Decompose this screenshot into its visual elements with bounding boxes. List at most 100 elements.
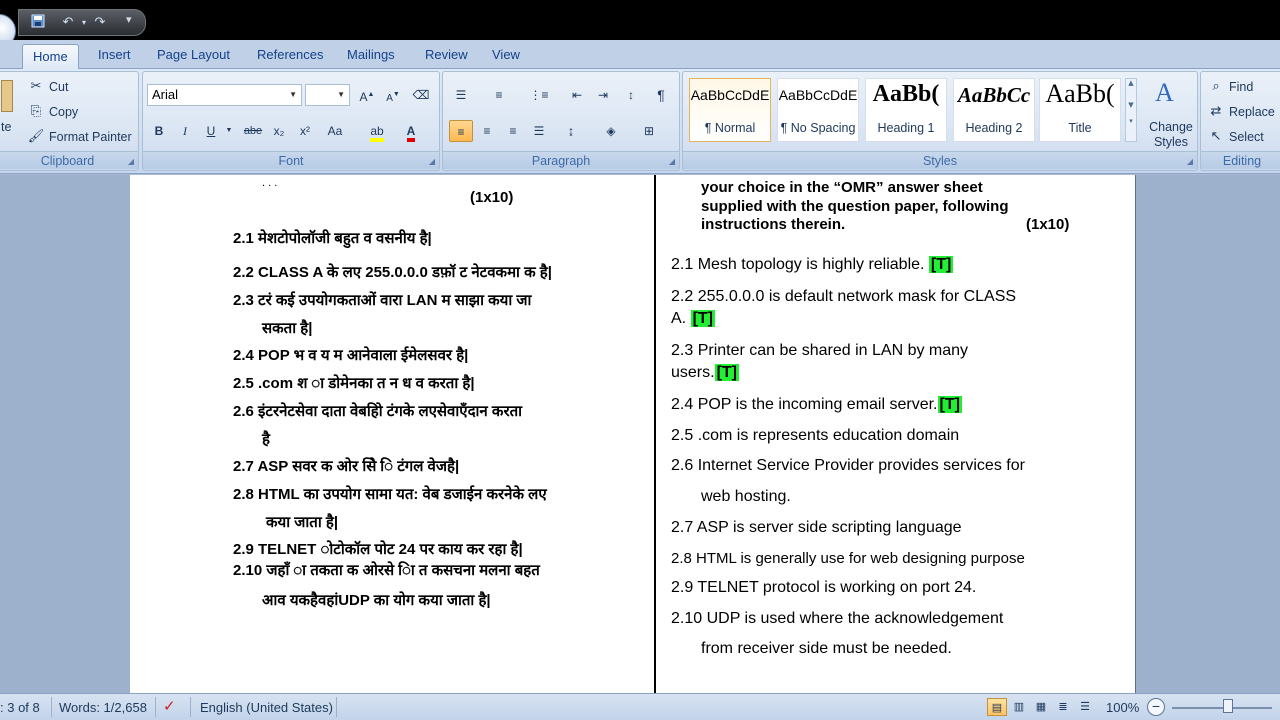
scroll-down-icon[interactable]: ▼ <box>1126 101 1136 109</box>
italic-button[interactable]: I <box>173 120 197 142</box>
style-heading-2[interactable]: AaBbCc Heading 2 <box>953 78 1035 142</box>
bold-button[interactable]: B <box>147 120 171 142</box>
tab-review[interactable]: Review <box>425 47 468 62</box>
multilevel-list-icon[interactable]: ⋮≡ <box>527 84 551 106</box>
font-size-combo[interactable]: ▼ <box>305 84 350 106</box>
align-left-icon[interactable]: ≡ <box>449 120 473 142</box>
grow-font-icon[interactable]: A▲ <box>355 84 379 106</box>
strikethrough-button[interactable]: abe <box>241 120 265 142</box>
outline-icon[interactable]: ≣ <box>1053 698 1073 716</box>
paragraph-launcher-icon[interactable]: ◢ <box>669 157 675 166</box>
clipboard-launcher-icon[interactable]: ◢ <box>128 157 134 166</box>
copy-button[interactable]: Copy <box>49 105 78 119</box>
align-center-icon[interactable]: ≡ <box>475 120 499 142</box>
zoom-slider[interactable] <box>1172 707 1272 709</box>
paste-button[interactable]: te <box>1 120 11 134</box>
zoom-level[interactable]: 100% <box>1106 700 1139 715</box>
answer-text: 2.2 255.0.0.0 is default network mask fo… <box>671 288 1017 305</box>
zoom-slider-thumb[interactable] <box>1223 699 1233 713</box>
format-painter-icon[interactable]: 🖌 <box>25 126 47 148</box>
font-launcher-icon[interactable]: ◢ <box>429 157 435 166</box>
style-normal[interactable]: AaBbCcDdE ¶ Normal <box>689 78 771 142</box>
cut-button[interactable]: Cut <box>49 80 68 94</box>
font-group: Arial ▼ ▼ A▲ A▼ ⌫ B I U ▼ abe x₂ x² Aa a… <box>142 71 440 171</box>
tab-mailings[interactable]: Mailings <box>347 47 395 62</box>
numbering-icon[interactable]: ≡ <box>487 84 511 106</box>
font-color-icon[interactable]: A <box>399 120 423 142</box>
decrease-indent-icon[interactable]: ⇤ <box>565 84 589 106</box>
answer-line: web hosting. <box>701 488 791 506</box>
style-sample: AaBbCcDdE <box>690 87 770 103</box>
tab-insert[interactable]: Insert <box>98 47 131 62</box>
styles-scrollbar[interactable]: ▲ ▼ ▾ <box>1125 78 1137 142</box>
cut-icon[interactable]: ✂ <box>25 76 47 98</box>
paste-icon[interactable] <box>1 80 13 112</box>
justify-icon[interactable]: ☰ <box>527 120 551 142</box>
sort-icon[interactable]: ↕ <box>619 84 643 106</box>
borders-icon[interactable]: ⊞ <box>637 120 661 142</box>
chevron-down-icon[interactable]: ▼ <box>217 120 241 142</box>
proofing-icon[interactable]: ✓ <box>163 697 176 715</box>
save-icon[interactable] <box>29 14 47 32</box>
instruction-line: instructions therein. <box>701 216 846 233</box>
change-case-button[interactable]: Aa <box>323 120 347 142</box>
tab-home[interactable]: Home <box>22 44 79 70</box>
highlight-icon[interactable]: ab <box>365 120 389 142</box>
customize-qat-button[interactable]: ▾ <box>126 13 132 26</box>
shading-icon[interactable]: ◈ <box>599 120 623 142</box>
show-marks-icon[interactable]: ¶ <box>649 84 673 106</box>
bullets-icon[interactable]: ☰ <box>449 84 473 106</box>
redo-icon[interactable]: ↷ <box>91 14 109 32</box>
style-no-spacing[interactable]: AaBbCcDdE ¶ No Spacing <box>777 78 859 142</box>
print-layout-icon[interactable]: ▤ <box>987 698 1007 716</box>
increase-indent-icon[interactable]: ⇥ <box>591 84 615 106</box>
more-styles-icon[interactable]: ▾ <box>1126 117 1136 125</box>
scroll-up-icon[interactable]: ▲ <box>1126 79 1136 87</box>
instruction-line: your choice in the “OMR” answer sheet <box>701 179 983 196</box>
line-spacing-icon[interactable]: ↨ <box>559 120 583 142</box>
web-layout-icon[interactable]: ▦ <box>1031 698 1051 716</box>
answer-text: 2.4 POP is the incoming email server. <box>671 396 938 413</box>
status-bar: : 3 of 8 Words: 1/2,658 ✓ English (Unite… <box>0 693 1280 720</box>
format-painter-button[interactable]: Format Painter <box>49 130 132 144</box>
language-indicator[interactable]: English (United States) <box>200 700 333 715</box>
binoculars-icon[interactable]: ⌕ <box>1205 76 1227 98</box>
tab-references[interactable]: References <box>257 47 323 62</box>
answer-line: A. [T] <box>671 310 715 328</box>
shrink-font-icon[interactable]: A▼ <box>381 84 405 106</box>
page-count[interactable]: : 3 of 8 <box>0 700 40 715</box>
question-line: 2.4 POP भ व य म आनेवाला ईमेलसवर है| <box>233 347 469 364</box>
align-right-icon[interactable]: ≡ <box>501 120 525 142</box>
styles-launcher-icon[interactable]: ◢ <box>1187 157 1193 166</box>
find-button[interactable]: Find <box>1229 80 1253 94</box>
change-styles-button[interactable]: Change Styles <box>1149 120 1193 150</box>
replace-icon[interactable]: ⇄ <box>1205 101 1227 123</box>
answer-line: 2.3 Printer can be shared in LAN by many <box>671 342 968 360</box>
full-screen-reading-icon[interactable]: ▥ <box>1009 698 1029 716</box>
style-heading-1[interactable]: AaBb( Heading 1 <box>865 78 947 142</box>
style-sample: AaBb( <box>872 81 940 107</box>
paragraph-group-label: Paragraph <box>443 151 679 169</box>
select-icon[interactable]: ↖ <box>1205 126 1227 148</box>
select-button[interactable]: Select <box>1229 130 1264 144</box>
font-name-combo[interactable]: Arial ▼ <box>147 84 302 106</box>
change-styles-icon[interactable]: A <box>1155 78 1174 108</box>
clear-formatting-icon[interactable]: ⌫ <box>409 84 433 106</box>
instruction-line: supplied with the question paper, follow… <box>701 198 1009 215</box>
question-line: 2.9 TELNET ोटोकॉल पोट 24 पर काय कर रहा ह… <box>233 541 523 558</box>
answer-text: web hosting. <box>701 488 791 505</box>
replace-button[interactable]: Replace <box>1229 105 1275 119</box>
word-count[interactable]: Words: 1/2,658 <box>59 700 147 715</box>
superscript-button[interactable]: x² <box>293 120 317 142</box>
draft-icon[interactable]: ☰ <box>1075 698 1095 716</box>
style-name: Heading 1 <box>877 121 935 135</box>
answer-line: 2.1 Mesh topology is highly reliable. [T… <box>671 256 954 274</box>
tab-view[interactable]: View <box>492 47 520 62</box>
subscript-button[interactable]: x₂ <box>267 120 291 142</box>
style-title[interactable]: AaBb( Title <box>1039 78 1121 142</box>
answer-line: 2.8 HTML is generally use for web design… <box>671 550 1025 567</box>
tab-page-layout[interactable]: Page Layout <box>157 47 230 62</box>
answer-line: users. [T] <box>671 364 740 382</box>
copy-icon[interactable]: ⎘ <box>25 101 47 123</box>
zoom-out-button[interactable]: − <box>1147 698 1165 716</box>
